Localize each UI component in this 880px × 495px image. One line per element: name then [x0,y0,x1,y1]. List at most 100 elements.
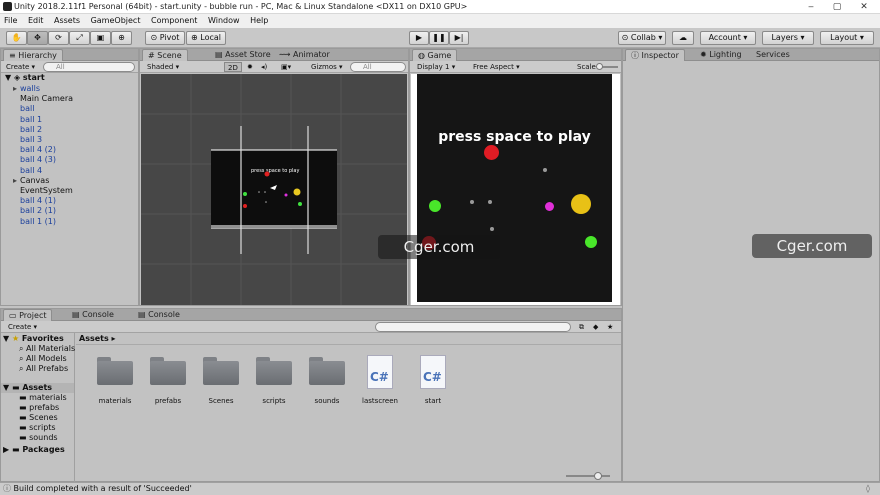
scene-root[interactable]: ▼ ◈ start [1,73,138,83]
favorite-all-prefabs[interactable]: ⌕ All Prefabs [1,364,74,374]
effects-toggle-icon[interactable]: ▣▾ [278,62,294,72]
scene-search-input[interactable]: All [350,62,406,72]
tab-inspector[interactable]: ⓘ Inspector [625,49,685,61]
packages-root[interactable]: ▶ ▬ Packages [1,445,74,455]
icon-size-slider-handle[interactable] [594,472,602,480]
menu-gameobject[interactable]: GameObject [87,14,145,25]
hand-tool-button[interactable]: ✋ [6,31,27,45]
tab-lighting[interactable]: ✹ Lighting [695,49,747,61]
asset-item-materials[interactable]: materials [90,355,140,415]
hierarchy-item[interactable]: ball 1 (1) [1,217,138,227]
filter-type-icon[interactable]: ⧉ [576,322,587,332]
layers-dropdown[interactable]: Layers ▾ [762,31,814,45]
tab-scene[interactable]: # Scene [142,49,188,61]
hierarchy-create-dropdown[interactable]: Create ▾ [3,62,38,72]
display-dropdown[interactable]: Display 1 ▾ [414,62,458,72]
menu-window[interactable]: Window [204,14,244,25]
tree-folder-scenes[interactable]: ▬ Scenes [1,413,74,423]
game-ball-gray-3 [488,200,492,204]
favorite-all-models[interactable]: ⌕ All Models [1,354,74,364]
tab-hierarchy[interactable]: ≡ Hierarchy [3,49,63,61]
rect-tool-button[interactable]: ▣ [90,31,111,45]
asset-item-prefabs[interactable]: prefabs [143,355,193,415]
favorite-all-materials[interactable]: ⌕ All Materials [1,344,75,354]
scene-viewport[interactable]: press space to play [141,74,407,305]
account-dropdown[interactable]: Account ▾ [700,31,756,45]
menu-file[interactable]: File [0,14,21,25]
project-search-input[interactable] [375,322,571,332]
tree-folder-prefabs[interactable]: ▬ prefabs [1,403,74,413]
gizmos-dropdown[interactable]: Gizmos ▾ [308,62,346,72]
tab-game[interactable]: ◍ Game [412,49,458,61]
step-button[interactable]: ▶| [449,31,469,45]
scale-slider-handle[interactable] [596,63,603,70]
hierarchy-item[interactable]: ball 2 (1) [1,206,138,216]
asset-item-scripts[interactable]: scripts [249,355,299,415]
tree-folder-materials[interactable]: ▬ materials [1,393,74,403]
game-viewport[interactable]: press space to play [411,74,620,305]
move-tool-button[interactable]: ✥ [27,31,48,45]
menu-component[interactable]: Component [147,14,201,25]
cloud-button[interactable]: ☁ [672,31,694,45]
tab-animator[interactable]: ⟿ Animator [274,49,335,61]
menu-edit[interactable]: Edit [24,14,48,25]
assets-root[interactable]: ▼ ▬ Assets [1,383,74,394]
tab-console-2[interactable]: ▤ Console [133,309,185,321]
menu-assets[interactable]: Assets [50,14,84,25]
asset-label: sounds [314,397,340,405]
tab-services[interactable]: Services [751,49,795,61]
asset-item-sounds[interactable]: sounds [302,355,352,415]
2d-toggle[interactable]: 2D [224,62,242,72]
expand-triangle-icon[interactable]: ▸ [13,176,20,186]
hierarchy-item[interactable]: ▸ walls [1,84,138,94]
tree-folder-scripts[interactable]: ▬ scripts [1,423,74,433]
asset-item-start[interactable]: C# start [408,355,458,415]
hierarchy-item[interactable]: ▸ Canvas [1,176,138,186]
aspect-dropdown[interactable]: Free Aspect ▾ [470,62,523,72]
menu-help[interactable]: Help [246,14,272,25]
hierarchy-item[interactable]: ball 1 [1,115,138,125]
pause-button[interactable]: ❚❚ [429,31,449,45]
close-window-button[interactable]: ✕ [850,0,878,14]
hierarchy-item[interactable]: ball 4 [1,166,138,176]
tab-project[interactable]: ▭ Project [3,309,53,321]
tree-folder-sounds[interactable]: ▬ sounds [1,433,74,443]
chevron-down-icon: ▾ [800,33,805,42]
asset-item-scenes[interactable]: Scenes [196,355,246,415]
hierarchy-item[interactable]: ball 4 (1) [1,196,138,206]
favorite-star-icon[interactable]: ★ [604,322,616,332]
maximize-button[interactable]: ▢ [823,0,851,14]
layout-dropdown[interactable]: Layout ▾ [820,31,874,45]
hierarchy-item[interactable]: ball [1,104,138,114]
hierarchy-item[interactable]: Main Camera [1,94,138,104]
lighting-toggle-icon[interactable]: ✹ [244,62,256,72]
rotate-tool-button[interactable]: ⟳ [48,31,69,45]
hierarchy-item[interactable]: ball 4 (2) [1,145,138,155]
asset-item-lastscreen[interactable]: C# lastscreen [355,355,405,415]
hierarchy-item[interactable]: ball 3 [1,135,138,145]
game-ball-green-left [429,200,441,212]
pivot-toggle[interactable]: ⊙ Pivot [145,31,185,45]
minimize-button[interactable]: ‒ [797,0,825,14]
hierarchy-item[interactable]: ball 4 (3) [1,155,138,165]
scale-slider[interactable] [596,63,618,70]
audio-toggle-icon[interactable]: ◂) [258,62,270,72]
project-create-dropdown[interactable]: Create ▾ [5,322,40,332]
scale-tool-button[interactable]: ⤢ [69,31,90,45]
transform-tool-button[interactable]: ⊕ [111,31,132,45]
play-button[interactable]: ▶ [409,31,429,45]
icon-size-slider[interactable] [566,472,610,480]
tab-console[interactable]: ▤ Console [67,309,119,321]
expand-triangle-icon[interactable]: ▸ [13,84,20,94]
shading-mode-dropdown[interactable]: Shaded ▾ [144,62,182,72]
local-toggle[interactable]: ⊕ Local [186,31,226,45]
filter-label-icon[interactable]: ◆ [590,322,601,332]
assets-breadcrumb[interactable]: Assets ▸ [76,333,621,345]
hierarchy-search-input[interactable]: All [43,62,135,72]
hierarchy-item[interactable]: EventSystem [1,186,138,196]
hierarchy-item[interactable]: ball 2 [1,125,138,135]
tab-asset-store[interactable]: ▤ Asset Store [210,49,276,61]
hierarchy-item-label: ball [20,104,35,114]
favorites-header[interactable]: ▼ ★ Favorites [1,334,74,344]
collab-button[interactable]: ⊙ Collab ▾ [618,31,666,45]
